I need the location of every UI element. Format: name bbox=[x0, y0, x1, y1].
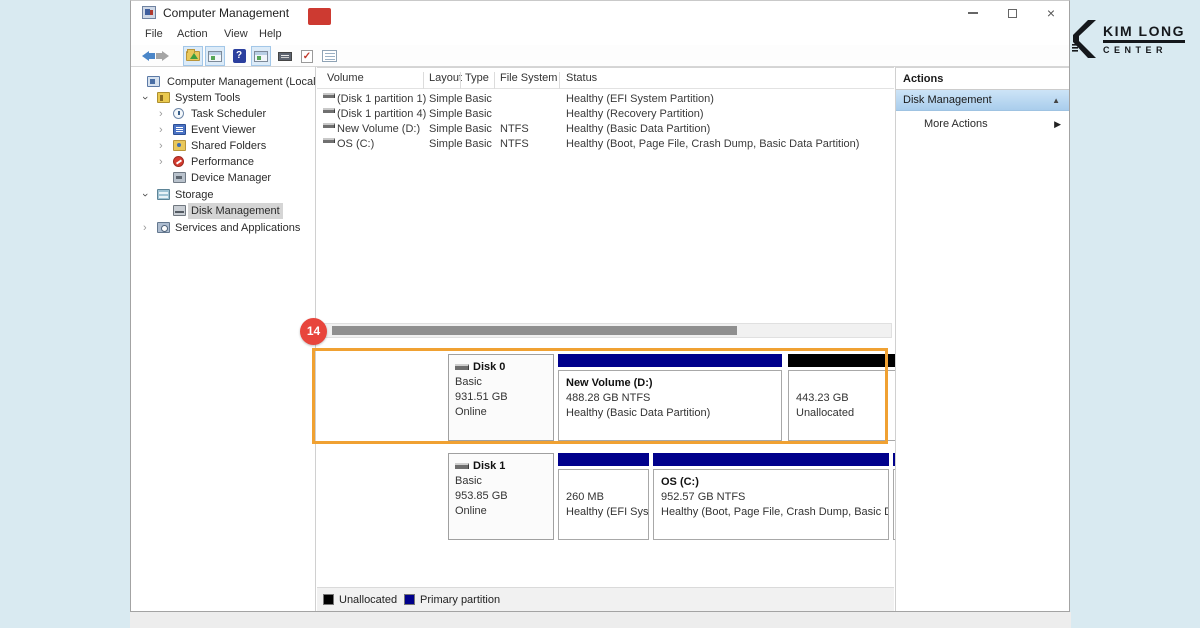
event-viewer-icon bbox=[173, 124, 186, 135]
window-title: Computer Management bbox=[163, 6, 289, 20]
step-badge: 14 bbox=[300, 318, 327, 345]
actions-pane: Actions Disk Management ▲ More Actions ▶ bbox=[895, 67, 1069, 611]
menu-file[interactable]: File bbox=[145, 28, 163, 40]
volume-icon bbox=[323, 123, 335, 128]
system-tools-icon bbox=[157, 92, 170, 103]
table-row[interactable]: (Disk 1 partition 1) Simple Basic Health… bbox=[317, 92, 894, 107]
horizontal-scrollbar[interactable] bbox=[319, 323, 892, 338]
primary-partition-strip bbox=[653, 453, 889, 466]
disk0-highlight-annotation bbox=[312, 348, 888, 444]
primary-partition-strip bbox=[558, 453, 649, 466]
performance-icon bbox=[173, 156, 184, 167]
actions-header: Actions bbox=[896, 68, 1069, 90]
legend-bar: Unallocated Primary partition bbox=[317, 587, 894, 611]
logo-text-line2: CENTER bbox=[1103, 45, 1185, 55]
chevron-collapsed-icon[interactable]: › bbox=[159, 106, 163, 122]
column-file-system[interactable]: File System bbox=[500, 72, 557, 84]
device-manager-icon bbox=[173, 172, 186, 183]
close-button[interactable]: × bbox=[1047, 1, 1055, 25]
chevron-collapsed-icon[interactable]: › bbox=[159, 154, 163, 170]
show-console-window-icon[interactable] bbox=[251, 46, 271, 66]
chevron-collapsed-icon[interactable]: › bbox=[159, 138, 163, 154]
table-row[interactable]: (Disk 1 partition 4) Simple Basic Health… bbox=[317, 107, 894, 122]
task-scheduler-icon bbox=[173, 108, 184, 119]
toolbar: ? ✓ bbox=[131, 45, 1069, 67]
column-type[interactable]: Type bbox=[465, 72, 489, 84]
volume-icon bbox=[323, 138, 335, 143]
primary-partition-swatch bbox=[404, 594, 415, 605]
chevron-expanded-icon[interactable]: › bbox=[137, 96, 153, 100]
check-document-icon[interactable]: ✓ bbox=[297, 46, 317, 66]
menubar: File Action View Help bbox=[131, 25, 1069, 45]
app-icon bbox=[142, 6, 156, 19]
unallocated-swatch bbox=[323, 594, 334, 605]
table-row[interactable]: New Volume (D:) Simple Basic NTFS Health… bbox=[317, 122, 894, 137]
popup-menu-icon[interactable] bbox=[275, 46, 295, 66]
titlebar: Computer Management × bbox=[131, 1, 1069, 25]
volume-icon bbox=[323, 93, 335, 98]
back-icon[interactable] bbox=[135, 46, 155, 66]
computer-icon bbox=[147, 76, 160, 87]
disk-management-icon bbox=[173, 205, 186, 216]
table-row[interactable]: OS (C:) Simple Basic NTFS Healthy (Boot,… bbox=[317, 137, 894, 152]
menu-help[interactable]: Help bbox=[259, 28, 282, 40]
chevron-collapsed-icon[interactable]: › bbox=[143, 220, 147, 236]
legend-label: Primary partition bbox=[420, 594, 500, 606]
disk1-header[interactable]: Disk 1 Basic 953.85 GB Online bbox=[448, 453, 554, 540]
volume-list-header: Volume Layout Type File System Status bbox=[317, 68, 894, 89]
disk-icon bbox=[455, 463, 469, 469]
help-icon[interactable]: ? bbox=[229, 46, 249, 66]
actions-section-disk-management[interactable]: Disk Management ▲ bbox=[896, 90, 1069, 111]
details-view-icon[interactable] bbox=[319, 46, 339, 66]
volume-icon bbox=[323, 108, 335, 113]
menu-view[interactable]: View bbox=[224, 28, 248, 40]
maximize-button[interactable] bbox=[1008, 9, 1017, 18]
partition-efi-system[interactable]: 260 MB Healthy (EFI System Partition) bbox=[558, 453, 649, 540]
show-console-tree-icon[interactable] bbox=[205, 46, 225, 66]
up-folder-icon[interactable] bbox=[183, 46, 203, 66]
computer-management-window: Computer Management × File Action View H… bbox=[130, 0, 1070, 612]
expand-icon: ▶ bbox=[1054, 111, 1061, 137]
kim-long-center-logo: KIM LONG CENTER bbox=[1072, 20, 1185, 58]
volume-list: Volume Layout Type File System Status (D… bbox=[317, 67, 894, 339]
column-volume[interactable]: Volume bbox=[327, 72, 364, 84]
window-bottom-strip bbox=[130, 612, 1071, 628]
logo-text-line1: KIM LONG bbox=[1103, 23, 1185, 43]
forward-icon[interactable] bbox=[155, 46, 175, 66]
scrollbar-thumb[interactable] bbox=[332, 326, 737, 335]
shared-folders-icon bbox=[173, 140, 186, 151]
column-status[interactable]: Status bbox=[566, 72, 597, 84]
services-applications-icon bbox=[157, 222, 170, 233]
partition-os-c[interactable]: OS (C:) 952.57 GB NTFS Healthy (Boot, Pa… bbox=[653, 453, 889, 540]
legend-label: Unallocated bbox=[339, 594, 397, 606]
column-layout[interactable]: Layout bbox=[429, 72, 462, 84]
chevron-collapsed-icon[interactable]: › bbox=[159, 122, 163, 138]
screenshot-canvas: Computer Management × File Action View H… bbox=[0, 0, 1200, 628]
more-actions-item[interactable]: More Actions ▶ bbox=[896, 111, 1069, 137]
collapse-icon[interactable]: ▲ bbox=[1052, 90, 1060, 111]
logo-chevron-icon bbox=[1072, 20, 1098, 58]
chevron-expanded-icon[interactable]: › bbox=[137, 193, 153, 197]
storage-icon bbox=[157, 189, 170, 200]
console-tree: Computer Management (Local) › System Too… bbox=[131, 67, 316, 611]
menu-action[interactable]: Action bbox=[177, 28, 208, 40]
minimize-button[interactable] bbox=[968, 12, 978, 14]
red-marker-annotation bbox=[308, 8, 331, 25]
